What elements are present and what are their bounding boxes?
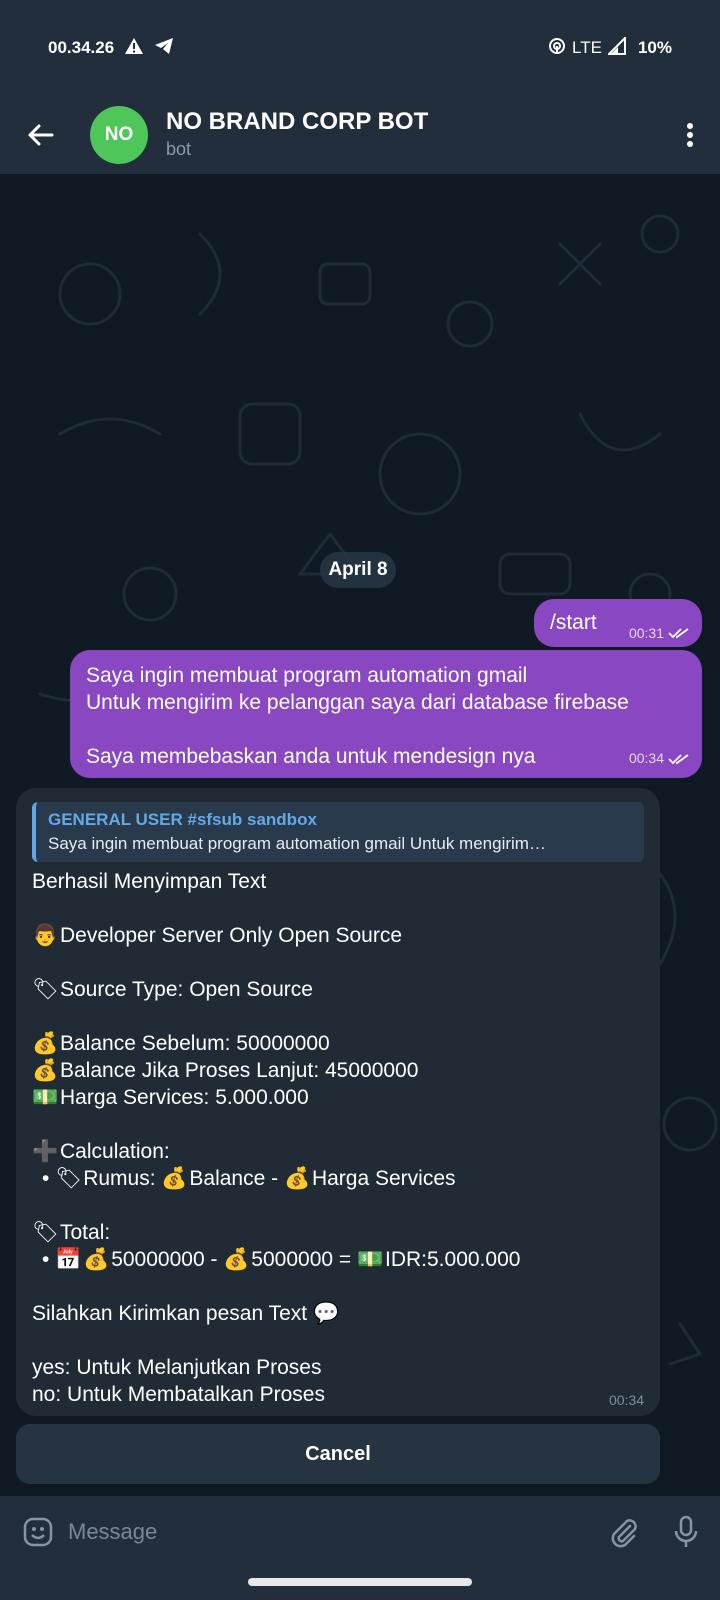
banknote-icon: 💵 (32, 1086, 59, 1109)
telegram-icon (154, 37, 174, 60)
microphone-icon (674, 1515, 698, 1547)
navigation-bar (0, 1568, 720, 1600)
money-bag-icon: 💰 (83, 1248, 110, 1271)
more-menu-button[interactable] (660, 122, 720, 148)
message-input[interactable]: Message (68, 1519, 157, 1545)
line-no: no: Untuk Membatalkan Proses (32, 1383, 325, 1406)
avatar[interactable]: NO (90, 106, 148, 164)
chat-subtitle: bot (166, 139, 192, 159)
plus-icon: ➕ (32, 1140, 59, 1163)
line-total-label: 🏷Total: (32, 1221, 111, 1244)
tag-emoji-icon: 🏷 (32, 1221, 59, 1244)
money-bag-icon: 💰 (32, 1032, 59, 1055)
line-balance-before: 💰Balance Sebelum: 50000000 (32, 1032, 330, 1055)
arrow-left-icon (28, 124, 54, 146)
battery-level: 10% (637, 38, 672, 57)
reply-snippet: Saya ingin membuat program automation gm… (48, 834, 546, 853)
speech-bubble-icon: 💬 (312, 1302, 340, 1325)
outgoing-message[interactable]: Saya ingin membuat program automation gm… (70, 650, 702, 778)
message-line: Saya ingin membuat program automation gm… (86, 664, 528, 687)
status-bar: 00.34.26 LTE 10% (0, 0, 720, 96)
chat-title: NO BRAND CORP BOT (166, 108, 429, 135)
double-check-icon (668, 628, 689, 639)
chat-title-block[interactable]: NO BRAND CORP BOT bot (166, 108, 428, 162)
message-line: Untuk mengirim ke pelanggan saya dari da… (86, 691, 629, 714)
home-indicator[interactable] (248, 1578, 472, 1586)
message-line: Saya membebaskan anda untuk mendesign ny… (86, 745, 536, 768)
message-time: 00:34 (628, 750, 664, 766)
paperclip-icon (611, 1519, 637, 1548)
money-bag-icon: 💰 (283, 1167, 311, 1190)
cancel-button[interactable]: Cancel (16, 1424, 660, 1484)
signal-icon (606, 35, 626, 60)
message-time: 00:31 (628, 625, 664, 641)
chat-header: NO NO BRAND CORP BOT bot (0, 96, 720, 174)
reply-sender: GENERAL USER #sfsub sandbox (48, 810, 317, 829)
hotspot-icon (548, 37, 566, 60)
date-separator: April 8 (320, 552, 396, 588)
sticker-button[interactable] (22, 1516, 54, 1548)
line-send-prompt: Silahkan Kirimkan pesan Text 💬 (32, 1302, 340, 1325)
incoming-message[interactable]: GENERAL USER #sfsub sandbox Saya ingin m… (16, 788, 660, 1416)
attach-button[interactable] (608, 1516, 640, 1548)
banknote-icon: 💵 (357, 1248, 384, 1271)
microphone-button[interactable] (674, 1515, 698, 1549)
calendar-icon: 📅 (55, 1248, 82, 1271)
money-bag-icon: 💰 (161, 1167, 188, 1190)
line-source: 🏷Source Type: Open Source (32, 978, 313, 1001)
message-body: Berhasil Menyimpan Text 👨Developer Serve… (32, 868, 644, 1408)
status-time: 00.34.26 (48, 38, 115, 57)
line-developer: 👨Developer Server Only Open Source (32, 924, 402, 947)
developer-emoji-icon: 👨 (32, 924, 59, 947)
line-yes: yes: Untuk Melanjutkan Proses (32, 1356, 322, 1379)
chat-area[interactable]: April 8 /start 00:31 Saya ingin membuat … (0, 174, 720, 1496)
back-button[interactable] (0, 123, 80, 147)
money-bag-icon: 💰 (223, 1248, 250, 1271)
line-rumus: • 🏷Rumus: 💰Balance - 💰Harga Services (42, 1167, 456, 1190)
double-check-icon (668, 753, 689, 764)
reply-preview[interactable]: GENERAL USER #sfsub sandbox Saya ingin m… (32, 802, 644, 862)
message-time: 00:34 (608, 1392, 644, 1408)
more-vertical-icon (687, 123, 693, 147)
message-input-bar: Message (0, 1496, 720, 1568)
message-meta: 00:34 (629, 745, 690, 772)
money-bag-icon: 💰 (32, 1059, 59, 1082)
tag-emoji-icon: 🏷 (32, 978, 59, 1001)
smiley-icon (23, 1517, 53, 1547)
line-balance-after: 💰Balance Jika Proses Lanjut: 45000000 (32, 1059, 419, 1082)
outgoing-message[interactable]: /start 00:31 (534, 599, 702, 647)
line-total: • 📅💰50000000 - 💰5000000 = 💵IDR:5.000.000 (42, 1248, 521, 1271)
line-saved: Berhasil Menyimpan Text (32, 870, 267, 893)
tag-emoji-icon: 🏷 (55, 1167, 82, 1190)
message-text: /start (550, 611, 597, 634)
message-meta: 00:31 (629, 625, 690, 641)
warning-icon (124, 37, 144, 60)
network-type: LTE (572, 38, 602, 57)
line-calculation: ➕Calculation: (32, 1140, 170, 1163)
line-price: 💵Harga Services: 5.000.000 (32, 1086, 309, 1109)
